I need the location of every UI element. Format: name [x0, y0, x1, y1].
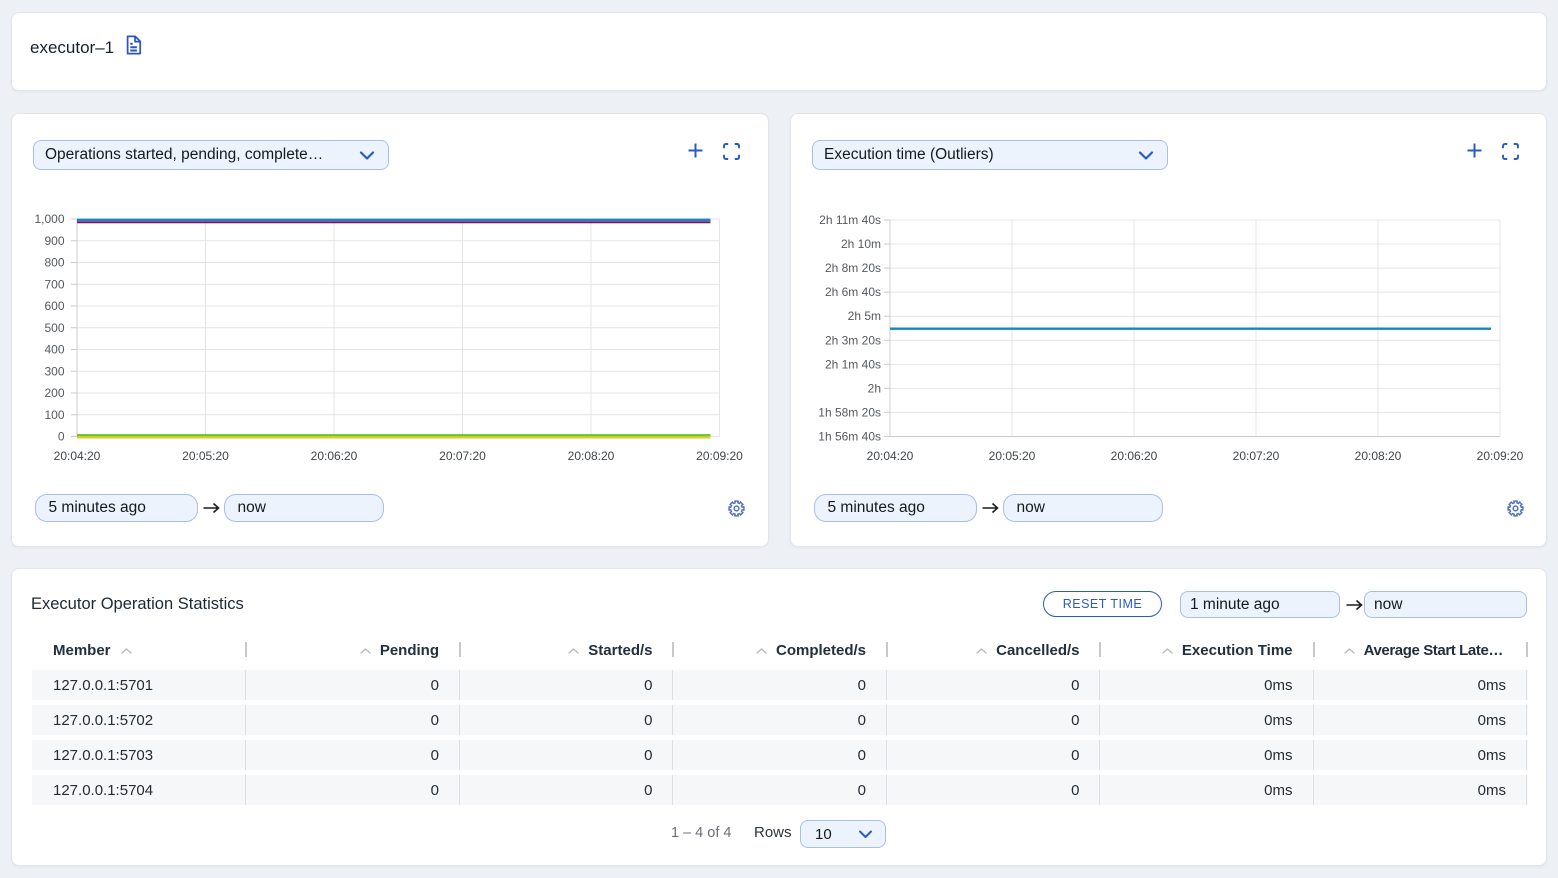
svg-text:2h 3m 20s: 2h 3m 20s — [825, 333, 881, 347]
svg-text:900: 900 — [44, 234, 64, 248]
svg-text:2h 5m: 2h 5m — [848, 309, 881, 323]
svg-text:20:08:20: 20:08:20 — [568, 449, 615, 463]
svg-text:200: 200 — [44, 386, 64, 400]
svg-text:20:09:20: 20:09:20 — [1477, 449, 1524, 463]
svg-text:20:07:20: 20:07:20 — [439, 449, 486, 463]
svg-text:2h 11m 40s: 2h 11m 40s — [819, 213, 881, 227]
svg-text:700: 700 — [44, 277, 64, 291]
svg-text:2h 8m 20s: 2h 8m 20s — [825, 261, 881, 275]
svg-text:2h: 2h — [868, 381, 881, 395]
svg-text:2h 10m: 2h 10m — [841, 237, 881, 251]
svg-text:20:04:20: 20:04:20 — [54, 449, 101, 463]
svg-text:400: 400 — [44, 343, 64, 357]
svg-text:20:06:20: 20:06:20 — [311, 449, 358, 463]
svg-text:500: 500 — [44, 321, 64, 335]
svg-text:2h 1m 40s: 2h 1m 40s — [825, 357, 881, 371]
svg-text:600: 600 — [44, 299, 64, 313]
svg-text:20:04:20: 20:04:20 — [867, 449, 914, 463]
svg-text:1,000: 1,000 — [34, 212, 64, 226]
svg-text:800: 800 — [44, 256, 64, 270]
svg-text:0: 0 — [58, 430, 65, 444]
svg-text:300: 300 — [44, 364, 64, 378]
svg-text:100: 100 — [44, 408, 64, 422]
svg-text:20:05:20: 20:05:20 — [989, 449, 1036, 463]
svg-text:1h 58m 20s: 1h 58m 20s — [818, 405, 881, 419]
svg-text:20:07:20: 20:07:20 — [1233, 449, 1280, 463]
svg-text:20:05:20: 20:05:20 — [182, 449, 229, 463]
svg-text:20:06:20: 20:06:20 — [1111, 449, 1158, 463]
svg-text:2h 6m 40s: 2h 6m 40s — [825, 285, 881, 299]
svg-text:20:08:20: 20:08:20 — [1355, 449, 1402, 463]
svg-text:1h 56m 40s: 1h 56m 40s — [818, 430, 881, 444]
svg-text:20:09:20: 20:09:20 — [696, 449, 743, 463]
